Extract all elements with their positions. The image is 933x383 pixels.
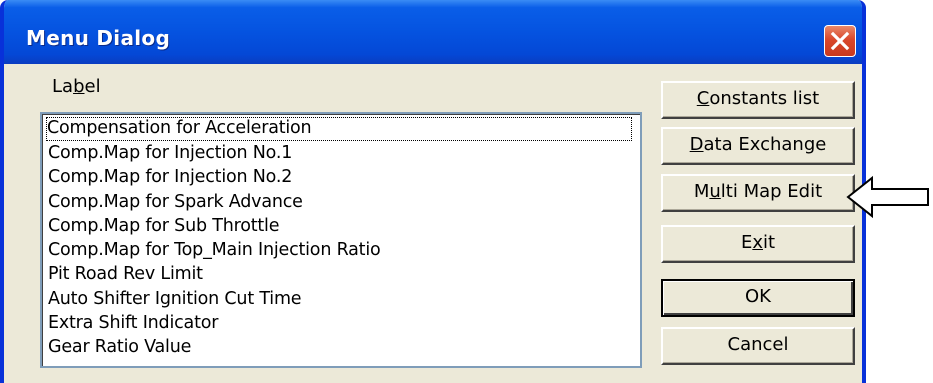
list-item[interactable]: Auto Shifter Ignition Cut Time (48, 289, 302, 311)
data-exchange-button[interactable]: Data Exchange (661, 127, 855, 165)
window-title: Menu Dialog (26, 26, 171, 50)
list-item[interactable]: Comp.Map for Spark Advance (48, 192, 303, 214)
list-item[interactable]: Extra Shift Indicator (48, 313, 218, 335)
cancel-button[interactable]: Cancel (661, 327, 855, 365)
menu-dialog-window: Menu Dialog Label Compensation for Accel… (0, 0, 866, 383)
list-item[interactable]: Comp.Map for Top_Main Injection Ratio (48, 240, 381, 262)
list-item[interactable]: Comp.Map for Injection No.2 (48, 167, 292, 189)
multi-map-edit-button[interactable]: Multi Map Edit (661, 174, 855, 212)
constants-list-button[interactable]: Constants list (661, 81, 855, 119)
title-bar[interactable]: Menu Dialog (4, 0, 862, 64)
close-button[interactable] (824, 25, 856, 57)
list-item[interactable]: Pit Road Rev Limit (48, 264, 203, 286)
map-listbox[interactable]: Compensation for Acceleration Comp.Map f… (40, 112, 642, 368)
list-item[interactable]: Compensation for Acceleration (46, 117, 632, 141)
list-label: Label (52, 76, 101, 97)
ok-button[interactable]: OK (661, 279, 855, 317)
list-item[interactable]: Gear Ratio Value (48, 337, 191, 359)
arrow-left-icon (846, 175, 929, 219)
close-icon (830, 31, 850, 51)
list-item[interactable]: Comp.Map for Sub Throttle (48, 216, 279, 238)
list-item[interactable]: Comp.Map for Injection No.1 (48, 143, 292, 165)
exit-button[interactable]: Exit (661, 225, 855, 263)
